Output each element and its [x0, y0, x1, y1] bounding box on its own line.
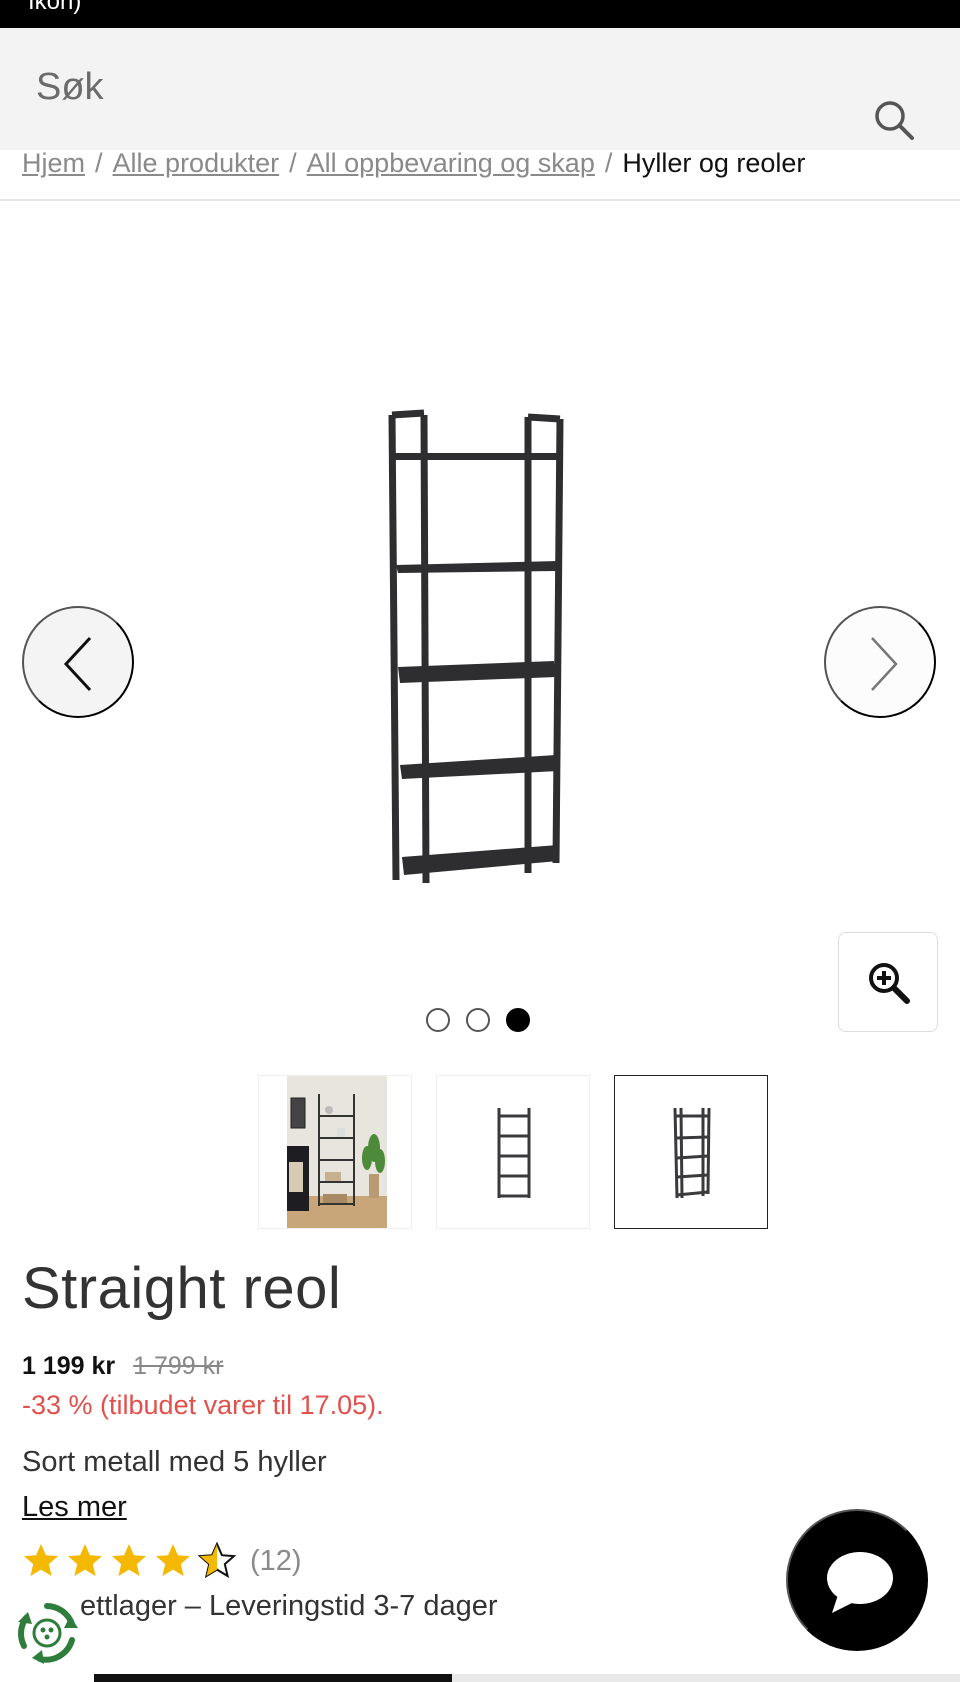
breadcrumb-separator: /	[604, 148, 613, 178]
thumbnail-room-scene[interactable]	[258, 1075, 412, 1229]
gallery-dot[interactable]	[426, 1008, 450, 1032]
gallery-next-button[interactable]	[824, 606, 936, 718]
star-half-icon	[198, 1542, 236, 1579]
status-bar: Ikon)	[0, 0, 960, 28]
product-gallery	[0, 200, 960, 1060]
product-main-image[interactable]	[380, 405, 580, 925]
chat-button[interactable]	[786, 1509, 928, 1651]
gallery-dot[interactable]	[466, 1008, 490, 1032]
review-count[interactable]: (12)	[250, 1545, 302, 1578]
read-more-link[interactable]: Les mer	[22, 1491, 127, 1524]
price-current: 1 199 kr	[22, 1352, 116, 1380]
product-description: Sort metall med 5 hyller	[22, 1446, 327, 1478]
star-full-icon	[112, 1544, 146, 1576]
thumbnail-strip	[258, 1075, 768, 1229]
chevron-right-icon	[871, 637, 898, 691]
search-bar	[0, 28, 960, 150]
breadcrumb-separator: /	[289, 148, 297, 178]
breadcrumb-current: Hyller og reoler	[622, 148, 806, 178]
chevron-left-icon	[63, 636, 92, 692]
status-bar-text: Ikon)	[28, 0, 82, 15]
product-title: Straight reol	[22, 1256, 342, 1321]
thumbnail-shelf-angle[interactable]	[614, 1075, 768, 1229]
page-scroll-progress-fill	[94, 1674, 452, 1682]
search-icon[interactable]	[872, 98, 916, 142]
price-row: 1 199 kr 1 799 kr	[22, 1352, 223, 1381]
thumbnail-shelf-front[interactable]	[436, 1075, 590, 1229]
rating-stars	[22, 1542, 236, 1580]
product-rating[interactable]: (12)	[22, 1542, 302, 1580]
gallery-prev-button[interactable]	[22, 606, 134, 718]
chat-bubble-icon	[827, 1552, 893, 1613]
zoom-in-icon	[869, 963, 910, 1004]
zoom-button[interactable]	[838, 932, 938, 1032]
gallery-pagination	[426, 1008, 530, 1032]
discount-text: -33 % (tilbudet varer til 17.05).	[22, 1390, 384, 1420]
star-full-icon	[68, 1544, 102, 1576]
breadcrumb: Hjem / Alle produkter / All oppbevaring og s…	[22, 148, 805, 179]
star-full-icon	[24, 1544, 58, 1576]
star-full-icon	[156, 1544, 190, 1576]
breadcrumb-separator: /	[95, 148, 103, 178]
page-scroll-progress	[94, 1674, 960, 1682]
breadcrumb-link-home[interactable]: Hjem	[22, 148, 85, 178]
breadcrumb-link-all-products[interactable]: Alle produkter	[113, 148, 280, 178]
stock-status: ettlager – Leveringstid 3-7 dager	[80, 1590, 498, 1622]
search-input[interactable]	[36, 66, 816, 109]
eco-recycle-icon[interactable]	[14, 1600, 80, 1666]
price-old: 1 799 kr	[133, 1352, 224, 1380]
gallery-dot-active[interactable]	[506, 1008, 530, 1032]
breadcrumb-link-storage[interactable]: All oppbevaring og skap	[307, 148, 595, 178]
